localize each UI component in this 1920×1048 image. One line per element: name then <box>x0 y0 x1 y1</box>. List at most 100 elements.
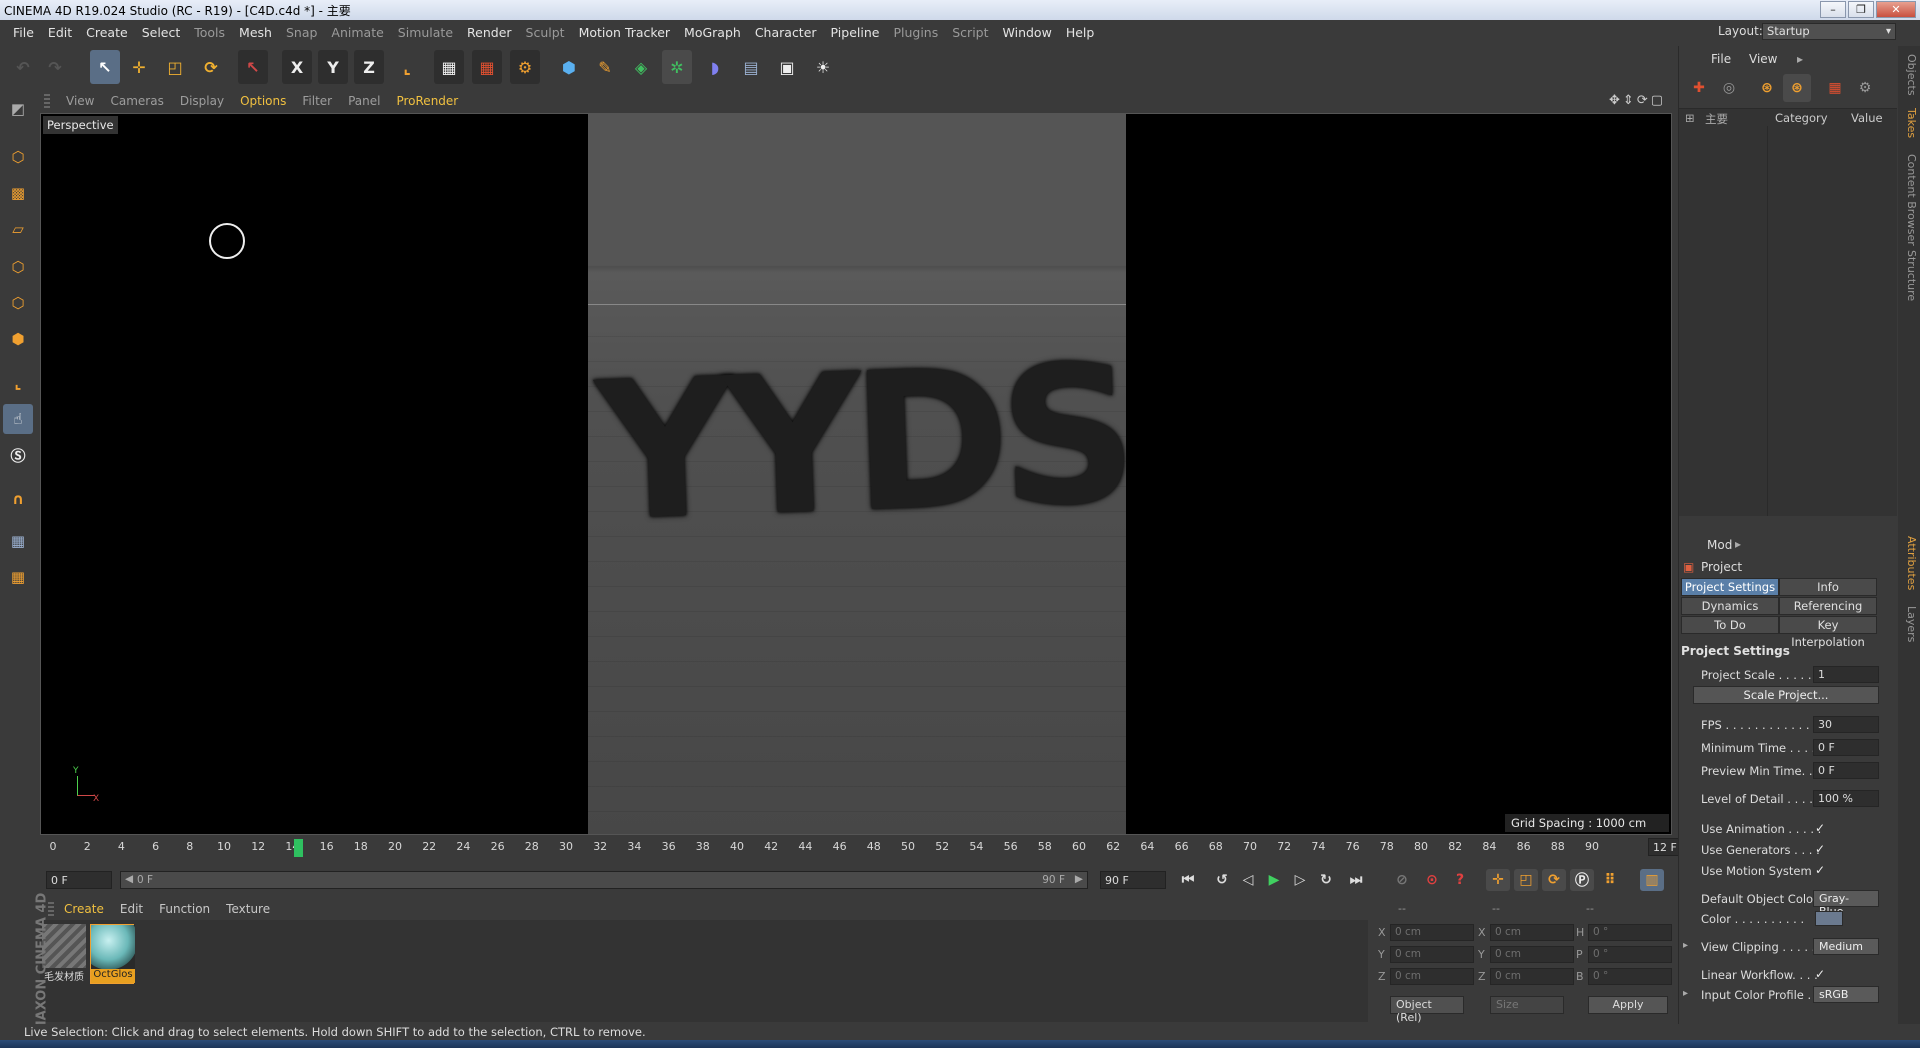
tab-dynamics[interactable]: Dynamics <box>1681 597 1779 615</box>
position-x-field[interactable]: 0 cm <box>1390 924 1474 941</box>
floor-icon[interactable]: ▤ <box>736 50 766 84</box>
object-list[interactable] <box>1679 126 1897 516</box>
octane-object-icon[interactable]: ⊛ <box>1783 74 1811 102</box>
view-clipping-dropdown[interactable]: Medium <box>1813 938 1879 955</box>
use-motion-system-checkbox[interactable]: ✓ <box>1815 863 1829 877</box>
menu-edit[interactable]: Edit <box>41 25 79 40</box>
previous-frame-icon[interactable]: ◁ <box>1236 869 1260 891</box>
render-settings-icon[interactable]: ⚙ <box>510 50 540 84</box>
menu-plugins[interactable]: Plugins <box>886 25 945 40</box>
objects-menu-arrow-icon[interactable]: ▸ <box>1797 52 1803 66</box>
viewport-nav-icons[interactable]: ✥⇕⟳▢ <box>1609 93 1666 108</box>
playhead[interactable] <box>294 839 303 857</box>
menu-create[interactable]: Create <box>79 25 135 40</box>
viewport-menu-options[interactable]: Options <box>240 94 286 108</box>
key-rotation-icon[interactable]: ⟳ <box>1542 869 1566 891</box>
menu-mograph[interactable]: MoGraph <box>677 25 748 40</box>
octane-tool-icon[interactable]: ⚙ <box>1851 74 1879 102</box>
menu-character[interactable]: Character <box>748 25 824 40</box>
render-view-icon[interactable]: ▦ <box>434 50 464 84</box>
key-position-icon[interactable]: ✛ <box>1486 869 1510 891</box>
close-button[interactable]: ✕ <box>1876 1 1916 18</box>
expand-arrow-icon[interactable]: ▸ <box>1683 988 1688 999</box>
rotation-h-field[interactable]: 0 ° <box>1588 924 1672 941</box>
size-x-field[interactable]: 0 cm <box>1490 924 1574 941</box>
menu-mesh[interactable]: Mesh <box>232 25 279 40</box>
make-editable-icon[interactable]: ◩ <box>3 94 33 124</box>
tab-takes[interactable]: Takes <box>1900 108 1918 138</box>
scale-project-button[interactable]: Scale Project... <box>1693 686 1879 704</box>
menu-motion-tracker[interactable]: Motion Tracker <box>572 25 677 40</box>
tab-objects[interactable]: Objects <box>1900 54 1918 96</box>
recent-tool-icon[interactable]: ↖ <box>238 50 268 84</box>
minimum-time-field[interactable]: 0 F <box>1813 739 1879 756</box>
rotation-b-field[interactable]: 0 ° <box>1588 968 1672 985</box>
next-key-icon[interactable]: ↻ <box>1314 869 1338 891</box>
camera-icon[interactable]: ▣ <box>772 50 802 84</box>
coordinate-mode-dropdown[interactable]: Object (Rel) <box>1390 996 1464 1024</box>
record-active-icon[interactable]: ⊘ <box>1390 869 1414 891</box>
linear-workflow-checkbox[interactable]: ✓ <box>1815 967 1829 981</box>
deformer-icon[interactable]: ◗ <box>700 50 730 84</box>
preview-range-slider[interactable]: ◀ 0 F 90 F ▶ <box>120 871 1088 889</box>
material-menu-function[interactable]: Function <box>159 902 210 916</box>
maximize-button[interactable]: ❐ <box>1848 1 1874 18</box>
subdivision-icon[interactable]: ◈ <box>626 50 656 84</box>
axis-mode-icon[interactable]: ⌞ <box>3 368 33 398</box>
material-menu-create[interactable]: Create <box>64 902 104 916</box>
size-mode-dropdown[interactable]: Size <box>1490 996 1564 1014</box>
use-generators-checkbox[interactable]: ✓ <box>1815 842 1829 856</box>
panel-grip[interactable] <box>44 94 50 108</box>
expand-arrow-icon[interactable]: ▸ <box>1683 940 1688 951</box>
input-color-profile-dropdown[interactable]: sRGB <box>1813 986 1879 1003</box>
edges-mode-icon[interactable]: ⬡ <box>3 288 33 318</box>
position-z-field[interactable]: 0 cm <box>1390 968 1474 985</box>
scale-icon[interactable]: ◰ <box>160 50 190 84</box>
preview-min-time-field[interactable]: 0 F <box>1813 762 1879 779</box>
goto-end-icon[interactable]: ⏭ <box>1344 869 1368 891</box>
locked-workplane-icon[interactable]: ▦ <box>3 562 33 592</box>
rotate-icon[interactable]: ⟳ <box>196 50 226 84</box>
play-icon[interactable]: ▶ <box>1262 869 1286 891</box>
timeline-window-icon[interactable]: ▥ <box>1640 869 1664 891</box>
viewport-menu-cameras[interactable]: Cameras <box>110 94 163 108</box>
attributes-menu-arrow-icon[interactable]: ▸ <box>1735 537 1741 551</box>
objects-menu-file[interactable]: File <box>1711 52 1731 66</box>
light-icon[interactable]: ☀ <box>808 50 838 84</box>
next-frame-icon[interactable]: ▷ <box>1288 869 1312 891</box>
viewport-menu-panel[interactable]: Panel <box>348 94 380 108</box>
cube-icon[interactable]: ⬢ <box>554 50 584 84</box>
viewport-menu-view[interactable]: View <box>66 94 94 108</box>
key-pla-icon[interactable]: ⠿ <box>1598 869 1622 891</box>
apply-button[interactable]: Apply <box>1588 996 1668 1014</box>
attributes-menu-mode[interactable]: Mod <box>1707 538 1732 552</box>
size-z-field[interactable]: 0 cm <box>1490 968 1574 985</box>
menu-help[interactable]: Help <box>1059 25 1102 40</box>
y-axis-icon[interactable]: Y <box>318 50 348 84</box>
tab-content-browser[interactable]: Content Browser <box>1900 154 1918 246</box>
start-frame-field[interactable]: 0 F <box>46 871 112 889</box>
menu-tools[interactable]: Tools <box>187 25 232 40</box>
menu-simulate[interactable]: Simulate <box>391 25 460 40</box>
coordinate-system-icon[interactable]: ⌞ <box>392 50 422 84</box>
default-object-color-dropdown[interactable]: Gray-Blue <box>1813 890 1879 918</box>
octane-settings-icon[interactable]: ◎ <box>1715 74 1743 102</box>
menu-animate[interactable]: Animate <box>324 25 390 40</box>
project-scale-field[interactable]: 1 <box>1813 666 1879 683</box>
redo-icon[interactable]: ↷ <box>40 50 70 84</box>
workplane-icon[interactable]: ▱ <box>3 214 33 244</box>
cloner-icon[interactable]: ✲ <box>662 50 692 84</box>
range-left-arrow-icon[interactable]: ◀ <box>125 873 133 885</box>
perspective-viewport[interactable]: YYDS Perspective Y X Grid Spacing : 1000… <box>40 113 1672 835</box>
tab-info[interactable]: Info <box>1779 578 1877 596</box>
menu-sculpt[interactable]: Sculpt <box>519 25 572 40</box>
z-axis-icon[interactable]: Z <box>354 50 384 84</box>
menu-render[interactable]: Render <box>460 25 519 40</box>
menu-window[interactable]: Window <box>996 25 1059 40</box>
fps-field[interactable]: 30 <box>1813 716 1879 733</box>
render-picture-viewer-icon[interactable]: ▦ <box>472 50 502 84</box>
size-y-field[interactable]: 0 cm <box>1490 946 1574 963</box>
key-scale-icon[interactable]: ◰ <box>1514 869 1538 891</box>
objects-menu-view[interactable]: View <box>1749 52 1777 66</box>
end-frame-field[interactable]: 90 F <box>1100 871 1166 889</box>
